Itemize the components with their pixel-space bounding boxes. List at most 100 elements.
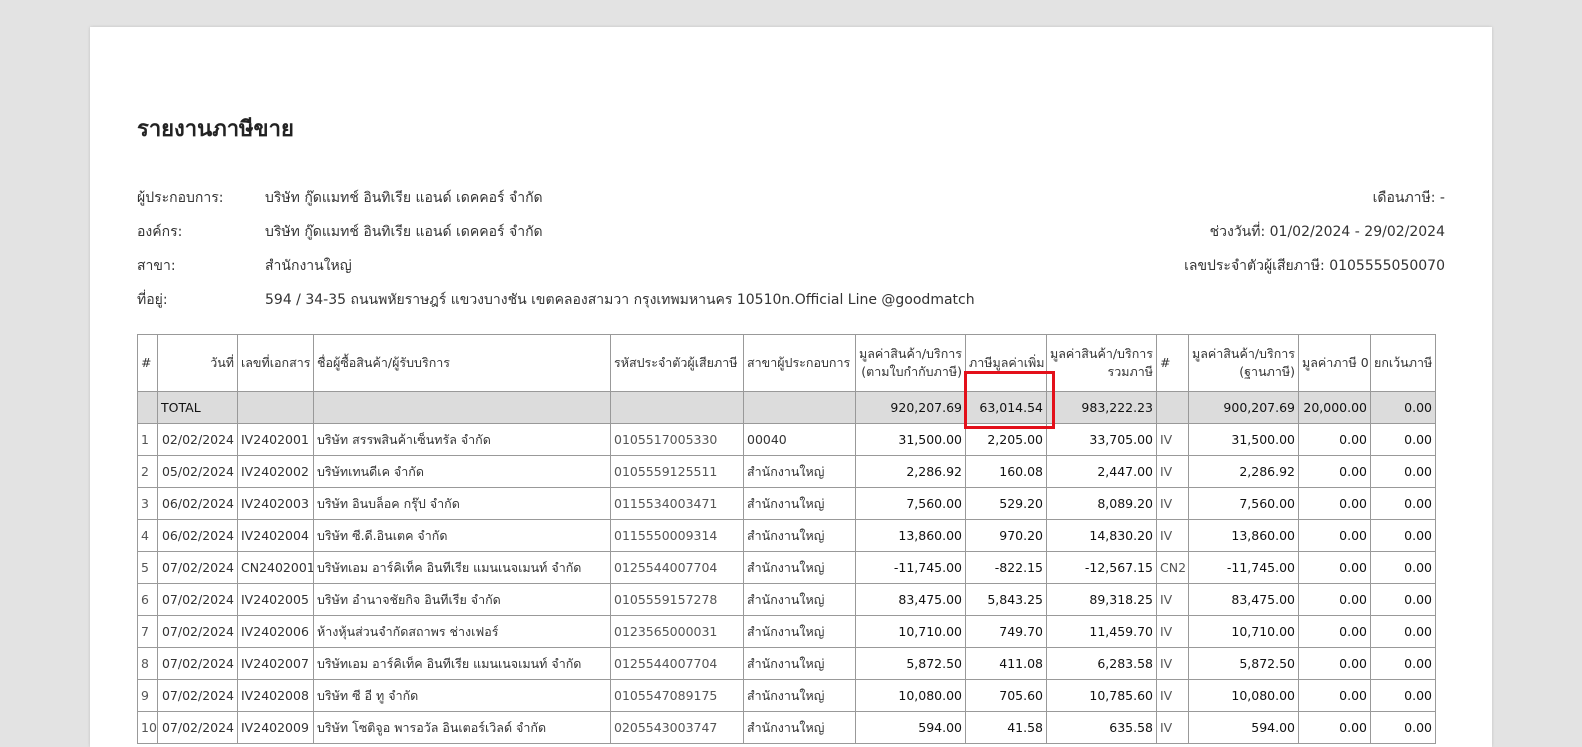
cell-taxid: 0125544007704 (610, 647, 744, 680)
cell-taxid: 0205543003747 (610, 711, 744, 744)
branch-label: สาขา: (137, 258, 176, 274)
cell-exempt: 0.00 (1370, 583, 1436, 616)
cell-total: 10,785.60 (1046, 679, 1157, 712)
tax-id: เลขประจำตัวผู้เสียภาษี: 0105555050070 (1184, 258, 1445, 274)
cell-exempt: 0.00 (1370, 711, 1436, 744)
col-amount-line2: (ตามใบกำกับภาษี) (861, 364, 962, 379)
cell-name: บริษัท อำนาจชัยกิจ อินทีเรีย จำกัด (313, 583, 611, 616)
cell-doc: IV2402001 (237, 423, 314, 456)
col-no: # (137, 334, 158, 392)
cell-amount: 31,500.00 (855, 423, 966, 456)
cell-branch: สำนักงานใหญ่ (743, 647, 856, 680)
cell-total: 2,447.00 (1046, 455, 1157, 488)
total-taxid (610, 391, 744, 424)
cell-type: IV (1156, 423, 1189, 456)
cell-branch: สำนักงานใหญ่ (743, 487, 856, 520)
col-exempt: ยกเว้นภาษี (1370, 334, 1436, 392)
table-row: 5 07/02/2024 CN2402001 บริษัทเอม อาร์คิเท็ค… (137, 551, 1436, 584)
cell-taxid: 0123565000031 (610, 615, 744, 648)
total-doc (237, 391, 314, 424)
table-row: 7 07/02/2024 IV2402006 ห้างหุ้นส่วนจำกัดสถา… (137, 615, 1436, 648)
total-name (313, 391, 611, 424)
cell-doc: IV2402008 (237, 679, 314, 712)
cell-taxid: 0125544007704 (610, 551, 744, 584)
branch-value: สำนักงานใหญ่ (265, 258, 352, 274)
cell-base: 5,872.50 (1188, 647, 1299, 680)
cell-amount: 5,872.50 (855, 647, 966, 680)
cell-branch: สำนักงานใหญ่ (743, 551, 856, 584)
report-page: รายงานภาษีขาย ผู้ประกอบการ: บริษัท กู๊ดแ… (90, 27, 1492, 747)
cell-exempt: 0.00 (1370, 551, 1436, 584)
tax-month: เดือนภาษี: - (1372, 190, 1445, 206)
cell-name: บริษัท อินบล็อค กรุ๊ป จำกัด (313, 487, 611, 520)
col-date: วันที่ (157, 334, 238, 392)
cell-vat: 529.20 (965, 487, 1047, 520)
table-row: 8 07/02/2024 IV2402007 บริษัทเอม อาร์คิเท็ค… (137, 647, 1436, 680)
cell-doc: CN2402001 (237, 551, 314, 584)
cell-base: -11,745.00 (1188, 551, 1299, 584)
table-row: 3 06/02/2024 IV2402003 บริษัท อินบล็อค กรุ๊… (137, 487, 1436, 520)
table-row: 4 06/02/2024 IV2402004 บริษัท ซี.ดี.อินเตค … (137, 519, 1436, 552)
cell-exempt: 0.00 (1370, 487, 1436, 520)
cell-branch: สำนักงานใหญ่ (743, 583, 856, 616)
cell-type: CN2 (1156, 551, 1189, 584)
cell-no: 8 (137, 647, 158, 680)
col-branch: สาขาผู้ประกอบการ (743, 334, 856, 392)
total-base: 900,207.69 (1188, 391, 1299, 424)
cell-amount: 2,286.92 (855, 455, 966, 488)
cell-zero: 0.00 (1298, 679, 1371, 712)
address-value: 594 / 34-35 ถนนพหัยราษฎร์ แขวงบางชัน เขต… (265, 292, 975, 308)
cell-vat: 705.60 (965, 679, 1047, 712)
cell-zero: 0.00 (1298, 615, 1371, 648)
cell-type: IV (1156, 455, 1189, 488)
cell-type: IV (1156, 519, 1189, 552)
cell-date: 07/02/2024 (157, 679, 238, 712)
col-amount: มูลค่าสินค้า/บริการ (ตามใบกำกับภาษี) (855, 334, 966, 392)
cell-branch: สำนักงานใหญ่ (743, 711, 856, 744)
cell-vat: 970.20 (965, 519, 1047, 552)
col-total: มูลค่าสินค้า/บริการ รวมภาษี (1046, 334, 1157, 392)
cell-type: IV (1156, 679, 1189, 712)
cell-total: 8,089.20 (1046, 487, 1157, 520)
cell-vat: 5,843.25 (965, 583, 1047, 616)
report-title: รายงานภาษีขาย (137, 117, 294, 142)
col-base-line2: (ฐานภาษี) (1239, 364, 1295, 379)
cell-base: 594.00 (1188, 711, 1299, 744)
cell-no: 10 (137, 711, 158, 744)
cell-base: 10,710.00 (1188, 615, 1299, 648)
cell-branch: สำนักงานใหญ่ (743, 679, 856, 712)
cell-amount: 10,710.00 (855, 615, 966, 648)
col-zero: มูลค่าภาษี 0 (1298, 334, 1371, 392)
cell-zero: 0.00 (1298, 423, 1371, 456)
table-row: 2 05/02/2024 IV2402002 บริษัทเทนดีเค จำกัด 0… (137, 455, 1436, 488)
cell-total: 6,283.58 (1046, 647, 1157, 680)
cell-zero: 0.00 (1298, 583, 1371, 616)
cell-no: 9 (137, 679, 158, 712)
col-base-line1: มูลค่าสินค้า/บริการ (1192, 346, 1295, 361)
cell-vat: 41.58 (965, 711, 1047, 744)
cell-taxid: 0115550009314 (610, 519, 744, 552)
cell-doc: IV2402006 (237, 615, 314, 648)
cell-date: 06/02/2024 (157, 519, 238, 552)
cell-zero: 0.00 (1298, 551, 1371, 584)
cell-branch: 00040 (743, 423, 856, 456)
cell-no: 5 (137, 551, 158, 584)
cell-total: 14,830.20 (1046, 519, 1157, 552)
cell-zero: 0.00 (1298, 647, 1371, 680)
col-doc: เลขที่เอกสาร (237, 334, 314, 392)
cell-branch: สำนักงานใหญ่ (743, 519, 856, 552)
cell-branch: สำนักงานใหญ่ (743, 615, 856, 648)
total-vat: 63,014.54 (965, 391, 1047, 424)
cell-doc: IV2402002 (237, 455, 314, 488)
cell-total: 635.58 (1046, 711, 1157, 744)
cell-total: -12,567.15 (1046, 551, 1157, 584)
cell-amount: -11,745.00 (855, 551, 966, 584)
cell-type: IV (1156, 647, 1189, 680)
cell-doc: IV2402005 (237, 583, 314, 616)
cell-exempt: 0.00 (1370, 615, 1436, 648)
business-label: ผู้ประกอบการ: (137, 190, 224, 206)
cell-no: 3 (137, 487, 158, 520)
total-zero: 20,000.00 (1298, 391, 1371, 424)
period-info: เดือนภาษี: - ช่วงวันที่: 01/02/2024 - 29… (1184, 187, 1445, 289)
total-branch (743, 391, 856, 424)
